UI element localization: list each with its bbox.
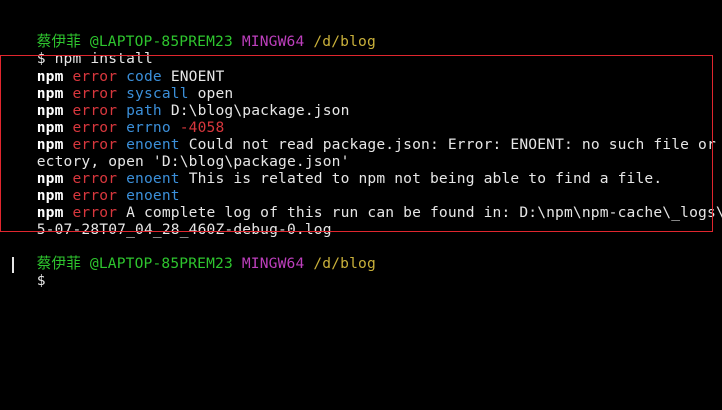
error-line: npm error enoent bbox=[1, 170, 180, 204]
command-line: $ npm install bbox=[1, 33, 153, 67]
prompt-path: /d/blog bbox=[313, 255, 376, 272]
terminal-window[interactable]: 蔡伊菲 @LAPTOP-85PREM23 MINGW64 /d/blog $ n… bbox=[0, 0, 722, 410]
prompt-symbol: $ bbox=[36, 272, 46, 289]
prompt-line: 蔡伊菲 @LAPTOP-85PREM23 MINGW64 /d/blog bbox=[1, 16, 376, 50]
error-line: npm error errno -4058 bbox=[1, 102, 225, 136]
prompt-env: MINGW64 bbox=[241, 255, 305, 272]
command-line[interactable]: $ bbox=[1, 255, 46, 289]
error-continuation-line: ectory, open 'D:\blog\package.json' bbox=[1, 136, 350, 170]
prompt-path: /d/blog bbox=[313, 33, 376, 50]
prompt-line: 蔡伊菲 @LAPTOP-85PREM23 MINGW64 /d/blog bbox=[1, 238, 376, 272]
text-cursor bbox=[12, 257, 14, 273]
error-line: npm error enoent This is related to npm … bbox=[1, 153, 662, 187]
error-line: npm error A complete log of this run can… bbox=[1, 187, 722, 221]
error-value: This is related to npm not being able to… bbox=[188, 170, 663, 187]
error-continuation: 5-07-28T07_04_28_460Z-debug-0.log bbox=[36, 221, 332, 238]
prompt-env: MINGW64 bbox=[241, 33, 305, 50]
error-line: npm error path D:\blog\package.json bbox=[1, 85, 350, 119]
error-line: npm error enoent Could not read package.… bbox=[1, 119, 722, 153]
prompt-host: @LAPTOP-85PREM23 bbox=[89, 255, 233, 272]
error-continuation-line: 5-07-28T07_04_28_460Z-debug-0.log bbox=[1, 204, 332, 238]
error-line: npm error syscall open bbox=[1, 68, 233, 102]
error-line: npm error code ENOENT bbox=[1, 51, 225, 85]
